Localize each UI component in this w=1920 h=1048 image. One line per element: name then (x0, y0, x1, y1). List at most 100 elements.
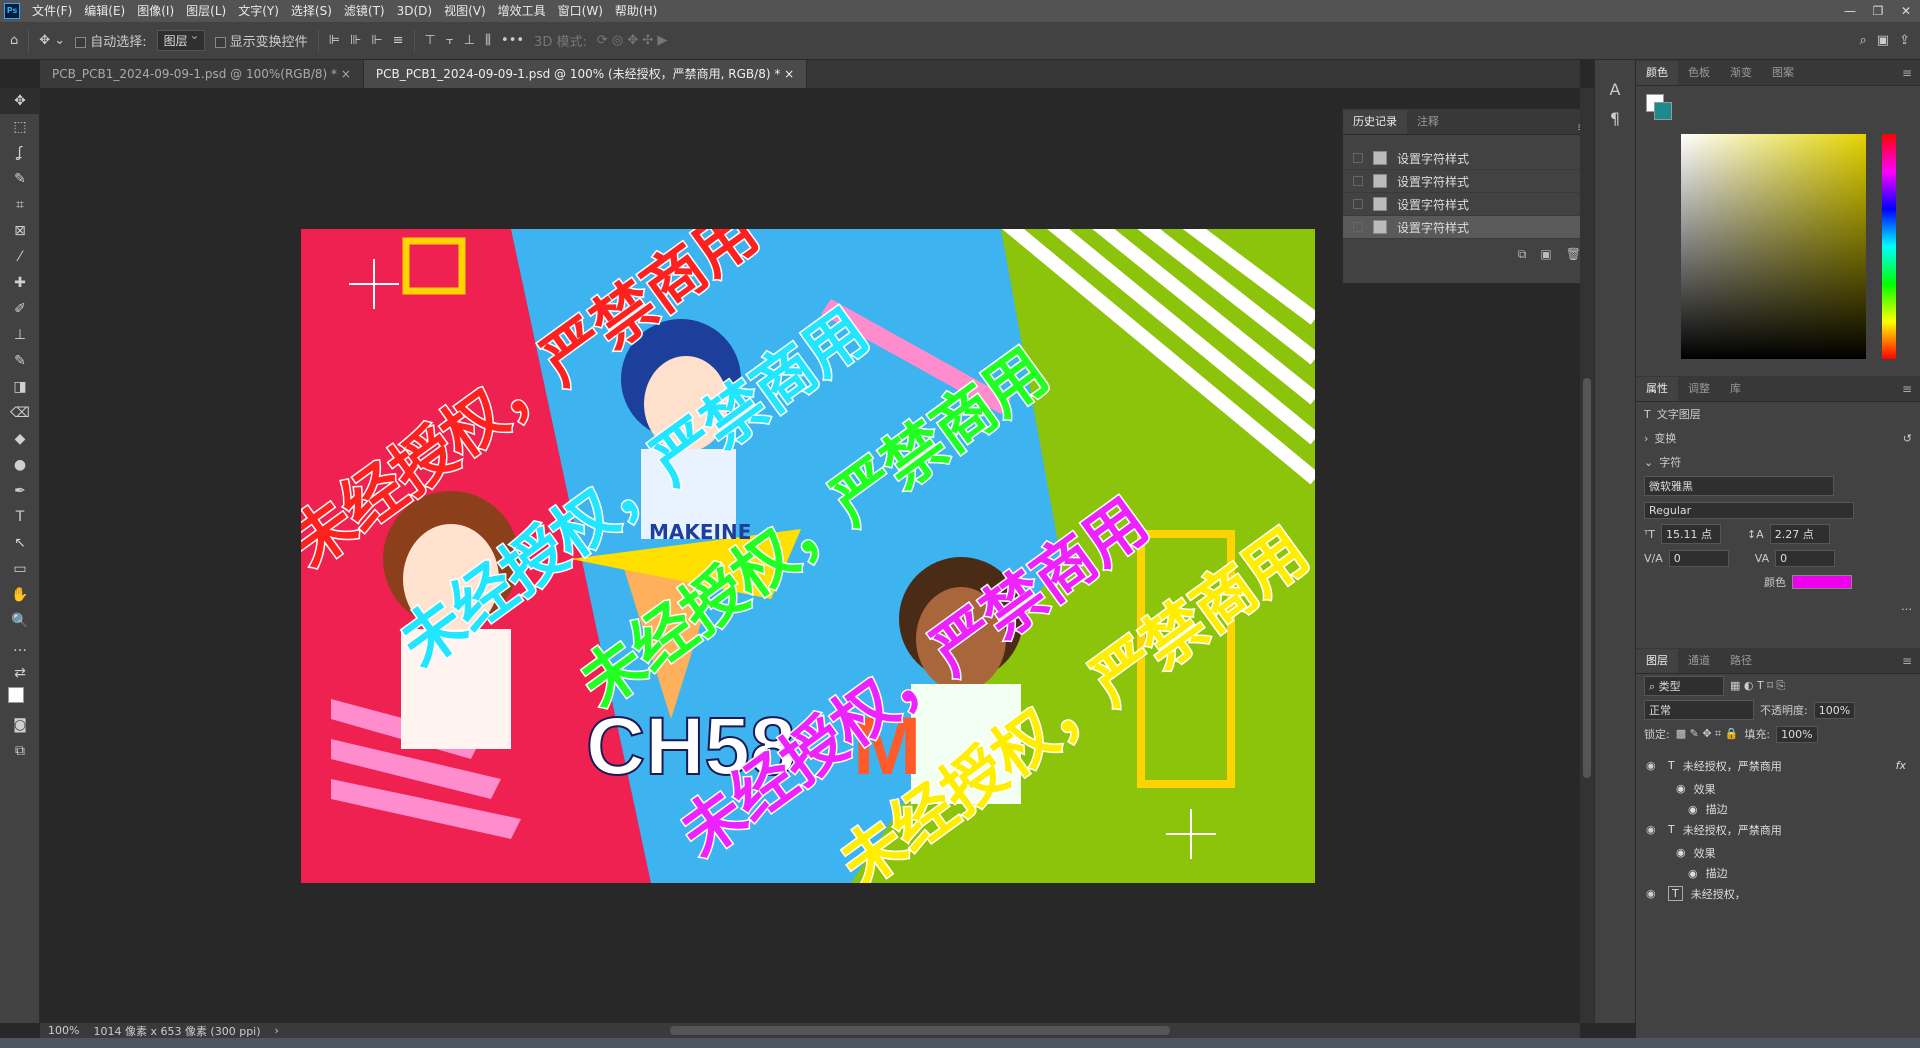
layer-stroke-row[interactable]: ◉ 描边 (1636, 800, 1920, 818)
visibility-eye-icon[interactable]: ◉ (1646, 887, 1660, 900)
chevron-right-icon[interactable]: › (275, 1024, 279, 1037)
paint-bucket-tool-icon[interactable]: ⌫ (0, 400, 40, 426)
tracking-input[interactable]: 0 (1775, 549, 1836, 567)
eyedropper-tool-icon[interactable]: ⁄ (0, 244, 40, 270)
vertical-scrollbar[interactable] (1580, 88, 1594, 1023)
align-center-icon[interactable]: ⊪ (350, 33, 361, 48)
align-bottom-icon[interactable]: ⊥ (464, 33, 475, 48)
tab-libraries[interactable]: 库 (1720, 377, 1751, 401)
font-style-select[interactable]: Regular (1644, 501, 1854, 519)
tab-patterns[interactable]: 图案 (1762, 61, 1804, 85)
type-tool-icon[interactable]: T (0, 504, 40, 530)
distribute-vertical-icon[interactable]: ⫼ (485, 33, 491, 48)
tab-properties[interactable]: 属性 (1636, 377, 1678, 401)
screen-mode-icon[interactable]: ⧉ (0, 738, 40, 764)
healing-brush-tool-icon[interactable]: ✚ (0, 270, 40, 296)
quick-mask-icon[interactable]: ◙ (0, 712, 40, 738)
history-item[interactable]: 设置字符样式 (1343, 147, 1593, 170)
hue-slider[interactable] (1882, 134, 1896, 359)
lock-icons[interactable]: ▩ ✎ ✥ ⌗ 🔒 (1676, 727, 1739, 741)
effects-eye-icon[interactable]: ◉ (1676, 782, 1686, 795)
character-section[interactable]: ⌄ 字符 (1636, 450, 1920, 474)
leading-input[interactable]: 2.27 点 (1769, 524, 1830, 544)
marquee-tool-icon[interactable]: ⬚ (0, 114, 40, 140)
menu-help[interactable]: 帮助(H) (609, 0, 663, 22)
tab-paths[interactable]: 路径 (1720, 649, 1762, 673)
tab-gradients[interactable]: 渐变 (1720, 61, 1762, 85)
history-brush-source[interactable] (1353, 222, 1363, 232)
panel-menu-icon[interactable]: ≡ (1894, 649, 1920, 673)
align-top-icon[interactable]: ⊤ (425, 33, 436, 48)
trash-icon[interactable]: 🗑 (1566, 247, 1581, 262)
saturation-field[interactable] (1681, 134, 1866, 359)
history-item-selected[interactable]: 设置字符样式 (1343, 216, 1593, 239)
character-panel-icon[interactable]: A (1595, 80, 1635, 99)
pen-tool-icon[interactable]: ✒ (0, 478, 40, 504)
layer-row[interactable]: ◉ T 未经授权，严禁商用 (1636, 818, 1920, 841)
fill-input[interactable]: 100% (1776, 725, 1818, 743)
tab-swatches[interactable]: 色板 (1678, 61, 1720, 85)
layer-effects-row[interactable]: ◉ 效果 (1636, 777, 1920, 800)
panel-menu-icon[interactable]: ≡ (1894, 377, 1920, 401)
menu-plugins[interactable]: 增效工具 (492, 0, 552, 22)
foreground-color[interactable] (8, 687, 24, 703)
layer-filter-select[interactable]: ⌕ 类型 (1644, 676, 1724, 696)
3d-orbit-icon[interactable]: ⟳ ◎ ✥ ✣ ▶ (597, 33, 668, 48)
menu-3d[interactable]: 3D(D) (391, 0, 438, 22)
effects-eye-icon[interactable]: ◉ (1676, 846, 1686, 859)
tab-history[interactable]: 历史记录 (1343, 110, 1407, 134)
history-brush-source[interactable] (1353, 176, 1363, 186)
zoom-level[interactable]: 100% (48, 1024, 79, 1037)
history-item[interactable]: 设置字符样式 (1343, 193, 1593, 216)
kerning-input[interactable]: 0 (1668, 549, 1729, 567)
menu-layer[interactable]: 图层(L) (180, 0, 232, 22)
filter-icons[interactable]: ▦ ◐ T ⌑ ⎘ (1730, 679, 1785, 693)
new-document-from-state-icon[interactable]: ⧉ (1518, 247, 1527, 262)
align-left-icon[interactable]: ⊫ (329, 33, 340, 48)
color-swatches[interactable] (0, 686, 40, 712)
blur-tool-icon[interactable]: ◆ (0, 426, 40, 452)
swap-colors-icon[interactable]: ⇄ (0, 660, 40, 686)
auto-select-dropdown[interactable]: 图层 (156, 28, 205, 51)
quick-select-tool-icon[interactable]: ✎ (0, 166, 40, 192)
fx-icon[interactable]: fx (1896, 759, 1906, 772)
move-tool-icon[interactable]: ✥ ⌄ (39, 33, 65, 48)
visibility-eye-icon[interactable]: ◉ (1646, 759, 1660, 772)
panel-menu-icon[interactable]: ≡ (1894, 61, 1920, 85)
tab-document-2[interactable]: PCB_PCB1_2024-09-09-1.psd @ 100% (未经授权，严… (363, 60, 808, 88)
tab-notes[interactable]: 注释 (1407, 110, 1449, 134)
brush-tool-icon[interactable]: ✐ (0, 296, 40, 322)
layer-row[interactable]: ◉ T 未经授权，严禁商用 fx (1636, 754, 1920, 777)
tab-channels[interactable]: 通道 (1678, 649, 1720, 673)
document-canvas[interactable]: MAKEINE CH58 M 未经授权，严禁商用 未经授权，严禁商用 未经授权，… (301, 229, 1315, 883)
snapshot-camera-icon[interactable]: ▣ (1540, 247, 1551, 262)
close-tab-icon[interactable]: × (784, 67, 794, 81)
paragraph-panel-icon[interactable]: ¶ (1595, 109, 1635, 128)
more-options-icon[interactable]: … (1901, 600, 1912, 613)
menu-select[interactable]: 选择(S) (285, 0, 338, 22)
share-icon[interactable]: ⇪ (1899, 33, 1910, 48)
search-icon[interactable]: ⌕ (1860, 33, 1867, 48)
menu-view[interactable]: 视图(V) (438, 0, 492, 22)
visibility-eye-icon[interactable]: ◉ (1646, 823, 1660, 836)
font-family-select[interactable]: 微软雅黑 (1644, 476, 1834, 496)
auto-select-checkbox[interactable]: 自动选择: (75, 31, 147, 50)
path-select-tool-icon[interactable]: ↖ (0, 530, 40, 556)
menu-file[interactable]: 文件(F) (26, 0, 78, 22)
rectangle-tool-icon[interactable]: ▭ (0, 556, 40, 582)
layer-stroke-row[interactable]: ◉ 描边 (1636, 864, 1920, 882)
distribute-icon[interactable]: ≡ (393, 33, 404, 48)
layer-row[interactable]: ◉ T 未经授权， (1636, 882, 1920, 905)
close-window-button[interactable]: ✕ (1892, 4, 1920, 18)
history-brush-source[interactable] (1353, 153, 1363, 163)
workspace-icon[interactable]: ▣ (1877, 33, 1889, 48)
frame-tool-icon[interactable]: ⊠ (0, 218, 40, 244)
reset-icon[interactable]: ↺ (1903, 432, 1912, 445)
menu-edit[interactable]: 编辑(E) (78, 0, 131, 22)
align-right-icon[interactable]: ⊩ (371, 33, 382, 48)
transform-section[interactable]: › 变换 ↺ (1636, 426, 1920, 450)
history-brush-tool-icon[interactable]: ✎ (0, 348, 40, 374)
menu-window[interactable]: 窗口(W) (552, 0, 609, 22)
tab-color[interactable]: 颜色 (1636, 61, 1678, 85)
stroke-eye-icon[interactable]: ◉ (1688, 803, 1698, 816)
